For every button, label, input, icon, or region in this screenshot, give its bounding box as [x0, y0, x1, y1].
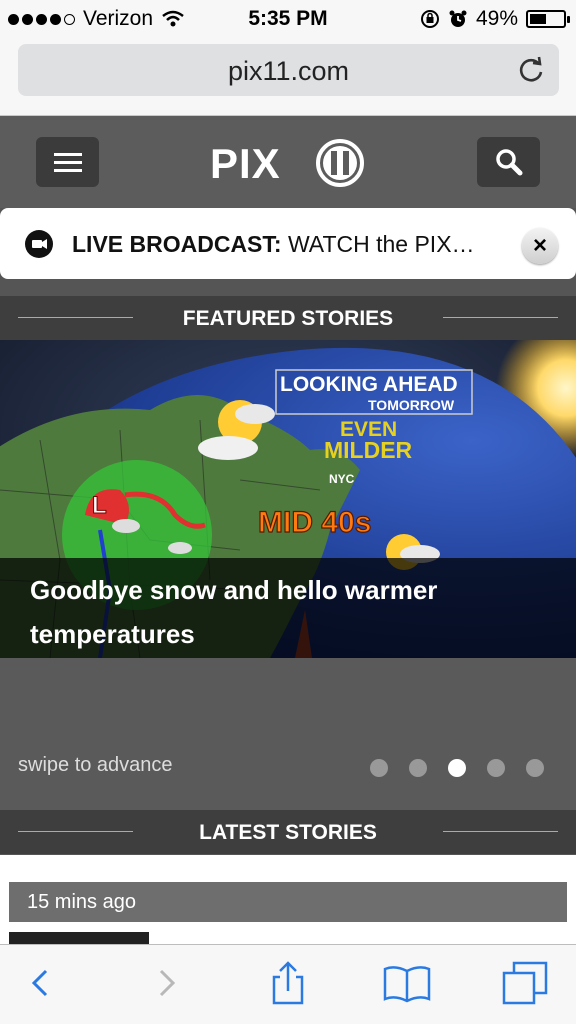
search-icon: [496, 149, 523, 176]
live-broadcast-message: WATCH the PIX…: [287, 231, 475, 257]
story-time-label: 15 mins ago: [27, 891, 136, 913]
image-text-nyc: NYC: [329, 472, 355, 486]
slideshow-controls: swipe to advance: [0, 658, 576, 794]
pager-dot[interactable]: [448, 759, 466, 777]
spacer: [0, 794, 576, 810]
latest-stories-title: LATEST STORIES: [199, 821, 377, 844]
browser-toolbar: [0, 944, 576, 1024]
hamburger-icon: [54, 153, 82, 172]
live-broadcast-label: LIVE BROADCAST:: [72, 231, 282, 257]
status-bar: Verizon 5:35 PM 49%: [0, 0, 576, 38]
share-icon[interactable]: [262, 957, 314, 1009]
featured-stories-title: FEATURED STORIES: [182, 307, 394, 330]
featured-headline[interactable]: Goodbye snow and hello warmer temperatur…: [30, 568, 550, 656]
back-icon[interactable]: [14, 957, 66, 1009]
pager-dot[interactable]: [526, 759, 544, 777]
divider: [443, 317, 558, 318]
image-text-looking-ahead: LOOKING AHEAD: [280, 373, 458, 396]
menu-button[interactable]: [36, 137, 99, 187]
live-broadcast-banner[interactable]: LIVE BROADCAST: WATCH the PIX…: [0, 208, 576, 279]
tabs-icon[interactable]: [500, 957, 552, 1009]
reload-icon[interactable]: [515, 54, 547, 86]
battery-icon: [526, 10, 570, 28]
forward-icon[interactable]: [141, 957, 193, 1009]
rotation-lock-icon: [420, 10, 439, 28]
search-button[interactable]: [477, 137, 540, 187]
close-banner-button[interactable]: ×: [522, 228, 558, 264]
browser-address-area: pix11.com: [0, 38, 576, 116]
latest-stories-header: LATEST STORIES: [0, 810, 576, 854]
featured-slide[interactable]: L LOOKING AHEAD TOMORROW EVEN MILDER NYC…: [0, 340, 576, 658]
svg-text:PIX: PIX: [210, 140, 281, 187]
address-bar[interactable]: pix11.com: [18, 44, 559, 96]
alarm-icon: [449, 10, 467, 27]
pager-dots[interactable]: [370, 759, 544, 777]
featured-stories-header: FEATURED STORIES: [0, 296, 576, 340]
story-time-bar[interactable]: 15 mins ago: [9, 882, 567, 922]
image-text-tomorrow: TOMORROW: [368, 397, 455, 413]
video-camera-icon: [25, 230, 53, 258]
live-broadcast-text[interactable]: LIVE BROADCAST: WATCH the PIX…: [72, 231, 512, 258]
svg-text:L: L: [92, 492, 107, 519]
status-right: 49%: [420, 7, 570, 31]
battery-percent: 49%: [475, 7, 518, 30]
site-header: PIX: [0, 116, 576, 208]
pager-dot[interactable]: [487, 759, 505, 777]
url-text[interactable]: pix11.com: [18, 56, 559, 87]
image-text-mid-40s: MID 40s: [258, 506, 371, 539]
pager-dot[interactable]: [370, 759, 388, 777]
pager-dot[interactable]: [409, 759, 427, 777]
bookmarks-icon[interactable]: [381, 957, 433, 1009]
image-text-milder: MILDER: [324, 437, 413, 463]
pix11-logo[interactable]: PIX: [210, 138, 370, 188]
divider: [443, 831, 558, 832]
swipe-hint: swipe to advance: [18, 754, 173, 776]
